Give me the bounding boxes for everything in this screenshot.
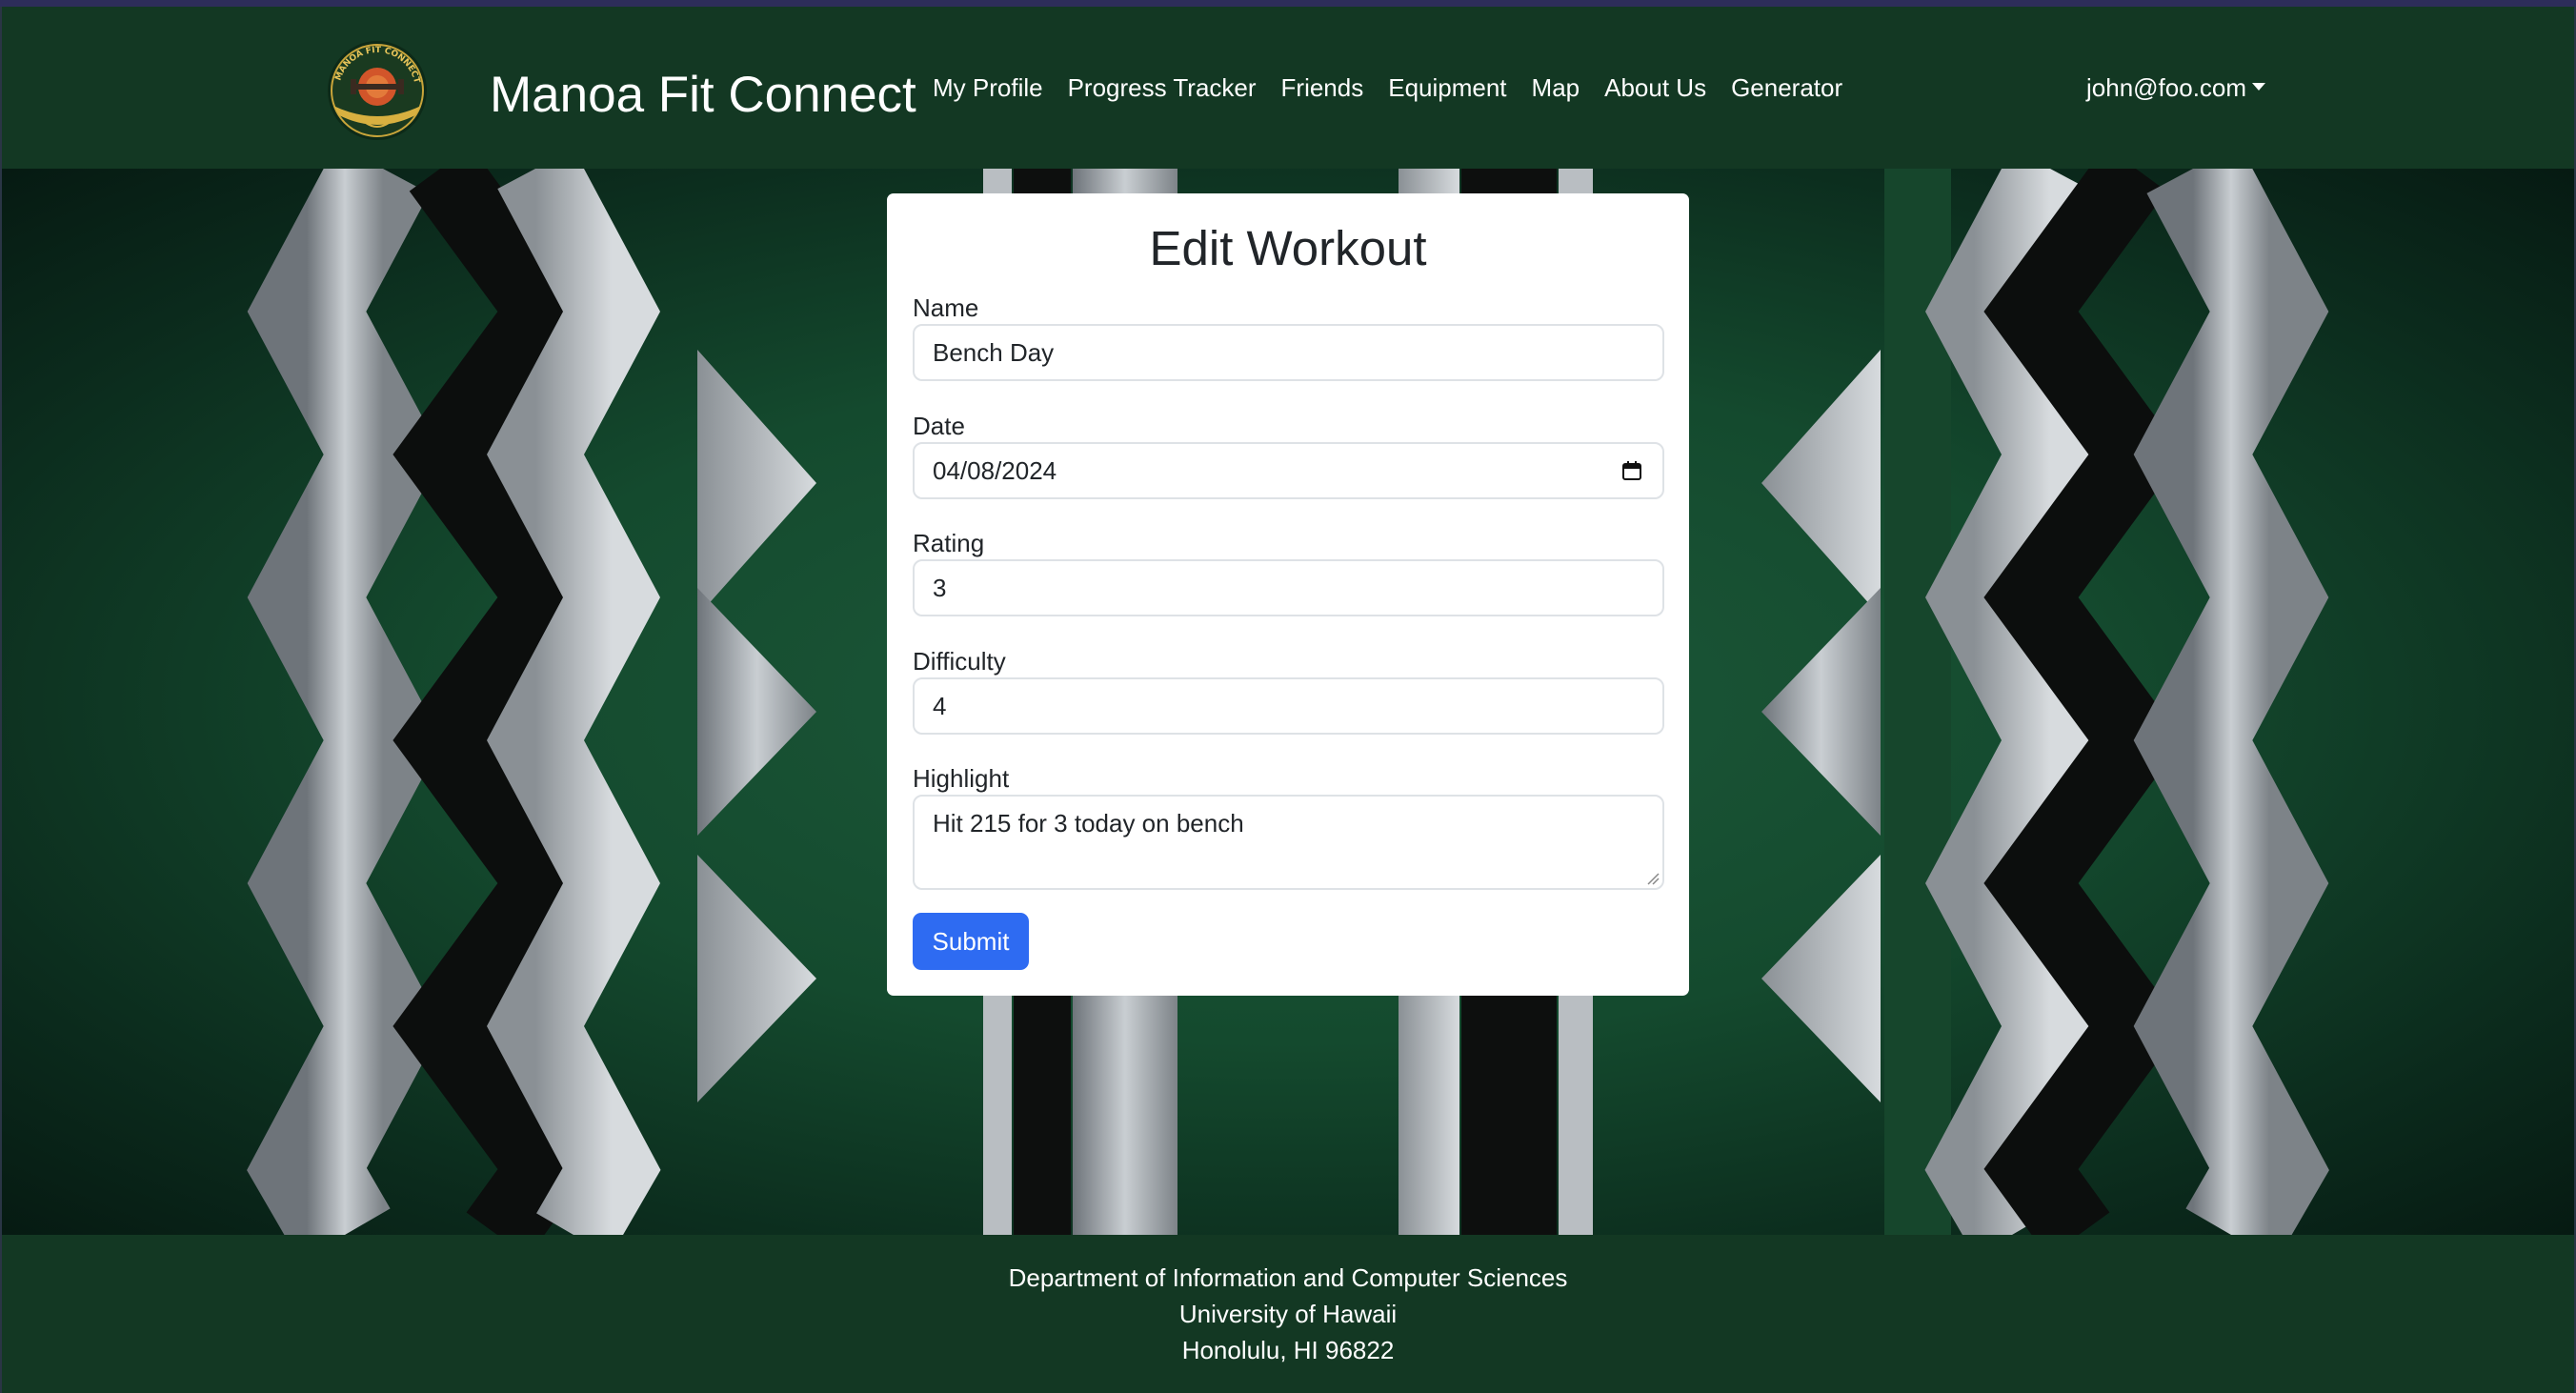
caret-down-icon [2252, 83, 2266, 91]
edit-workout-card: Edit Workout Name Bench Day Date 04/08/2… [887, 193, 1689, 996]
rating-label: Rating [913, 529, 985, 557]
brand-title[interactable]: Manoa Fit Connect [490, 66, 916, 124]
name-input[interactable]: Bench Day [913, 324, 1664, 381]
highlight-label: Highlight [913, 764, 1010, 793]
footer-address: Honolulu, HI 96822 [1181, 1336, 1395, 1364]
navbar: MANOA FIT CONNECT Manoa Fit Connect My P… [2, 7, 2574, 169]
rating-input[interactable]: 3 [913, 559, 1664, 616]
nav-link-map[interactable]: Map [1532, 73, 1580, 103]
difficulty-label: Difficulty [913, 647, 1006, 676]
brand-logo-icon[interactable]: MANOA FIT CONNECT [316, 39, 438, 144]
nav-link-my-profile[interactable]: My Profile [933, 73, 1043, 103]
highlight-textarea[interactable]: Hit 215 for 3 today on bench [913, 795, 1664, 890]
user-email: john@foo.com [2086, 73, 2247, 102]
date-input[interactable]: 04/08/2024 [913, 442, 1664, 499]
difficulty-input[interactable]: 4 [913, 677, 1664, 735]
page-title: Edit Workout [1149, 221, 1427, 275]
date-value: 04/08/2024 [933, 456, 1057, 485]
window-top-border [0, 0, 2576, 7]
highlight-value: Hit 215 for 3 today on bench [933, 809, 1244, 838]
nav-link-about-us[interactable]: About Us [1604, 73, 1706, 103]
resize-handle-icon[interactable] [1646, 872, 1660, 885]
submit-button[interactable]: Submit [913, 913, 1029, 970]
calendar-icon[interactable] [1620, 459, 1643, 482]
nav-links: My Profile Progress Tracker Friends Equi… [933, 73, 1867, 103]
nav-link-equipment[interactable]: Equipment [1388, 73, 1506, 103]
nav-link-generator[interactable]: Generator [1731, 73, 1842, 103]
date-label: Date [913, 412, 965, 440]
footer-university: University of Hawaii [1178, 1300, 1398, 1328]
user-dropdown[interactable]: john@foo.com [2086, 73, 2266, 103]
footer-department: Department of Information and Computer S… [1008, 1263, 1568, 1292]
nav-link-progress-tracker[interactable]: Progress Tracker [1068, 73, 1257, 103]
footer: Department of Information and Computer S… [2, 1235, 2574, 1393]
nav-link-friends[interactable]: Friends [1281, 73, 1364, 103]
name-label: Name [913, 293, 979, 322]
